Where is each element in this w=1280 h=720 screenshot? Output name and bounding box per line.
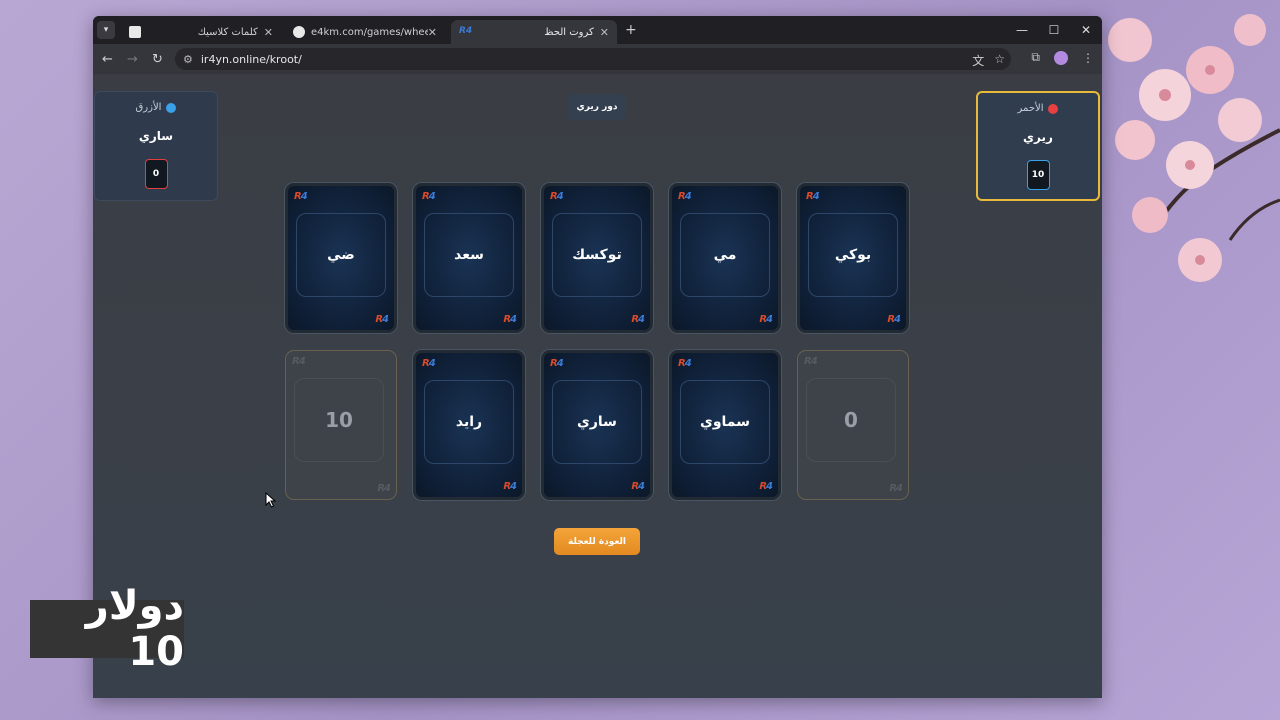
r4-logo-icon: R4	[889, 483, 903, 494]
tab-wheel-of-fate[interactable]: e4km.com/games/wheel-of-fate ✕	[285, 20, 445, 44]
team-dot-icon	[1048, 103, 1059, 114]
r4-logo-icon: R4	[503, 314, 517, 325]
back-arrow-icon[interactable]: ←	[95, 52, 120, 67]
url-text: ir4yn.online/kroot/	[200, 52, 302, 66]
card-label: توكسك	[552, 213, 642, 297]
team-dot-icon	[166, 102, 177, 113]
r4-logo-icon: R4	[375, 314, 389, 325]
tab-title: كلمات كلاسيك	[197, 26, 258, 38]
team-name: الأحمر	[1017, 103, 1044, 114]
forward-arrow-icon[interactable]: →	[120, 52, 145, 67]
browser-window: ▾ كلمات كلاسيك ✕ e4km.com/games/wheel-of…	[93, 16, 1102, 698]
card-label: سماوي	[680, 380, 770, 464]
card-value: 0	[806, 378, 896, 462]
r4-logo-icon: R4	[631, 481, 645, 492]
team-panel-red: الأحمر ريري 10	[976, 91, 1100, 201]
extensions-icon[interactable]: ⧉	[1031, 50, 1040, 65]
blossom-decoration	[1108, 14, 1280, 282]
r4-logo-icon: R4	[422, 358, 436, 369]
team-score: 0	[144, 159, 168, 189]
card-7[interactable]: R4 رايد R4	[413, 350, 525, 500]
team-name: الأزرق	[135, 102, 162, 113]
r4-logo-icon: R4	[294, 191, 308, 202]
tab-title: كروت الحظ	[544, 26, 594, 38]
team-panel-blue: الأزرق ساري 0	[94, 91, 218, 201]
r4-logo-icon: R4	[422, 191, 436, 202]
r4-logo-icon: R4	[503, 481, 517, 492]
game-page: الأزرق ساري 0 دور ريري الأحمر ريري 10 R4…	[93, 74, 1102, 698]
reload-icon[interactable]: ↻	[145, 52, 170, 67]
turn-indicator: دور ريري	[568, 94, 626, 120]
card-1[interactable]: R4 ضي R4	[285, 183, 397, 333]
window-controls: — ☐ ✕	[1006, 16, 1102, 44]
r4-logo-icon: R4	[678, 191, 692, 202]
back-to-wheel-button[interactable]: العودة للعجلة	[554, 528, 640, 555]
card-2[interactable]: R4 سعد R4	[413, 183, 525, 333]
menu-kebab-icon[interactable]: ⋮	[1082, 51, 1094, 65]
address-bar[interactable]: ⚙ ir4yn.online/kroot/ 文 ☆	[175, 48, 1011, 70]
translate-icon[interactable]: 文	[972, 52, 984, 69]
r4-logo-icon: R4	[459, 26, 473, 36]
tab-classic-words[interactable]: كلمات كلاسيك ✕	[121, 20, 281, 44]
r4-logo-icon: R4	[806, 191, 820, 202]
bookmark-star-icon[interactable]: ☆	[994, 52, 1005, 69]
profile-avatar[interactable]	[1054, 50, 1068, 65]
card-8[interactable]: R4 ساري R4	[541, 350, 653, 500]
card-9[interactable]: R4 سماوي R4	[669, 350, 781, 500]
tab-favicon-icon	[293, 26, 305, 38]
team-score: 10	[1026, 160, 1050, 190]
card-3[interactable]: R4 توكسك R4	[541, 183, 653, 333]
r4-logo-icon: R4	[631, 314, 645, 325]
r4-logo-icon: R4	[804, 356, 818, 367]
r4-logo-icon: R4	[759, 481, 773, 492]
tab-search-button[interactable]: ▾	[97, 21, 115, 39]
r4-logo-icon: R4	[550, 358, 564, 369]
browser-toolbar: ← → ↻ ⚙ ir4yn.online/kroot/ 文 ☆ ⧉ ⋮	[93, 44, 1102, 74]
card-label: ساري	[552, 380, 642, 464]
tab-strip: ▾ كلمات كلاسيك ✕ e4km.com/games/wheel-of…	[93, 16, 1102, 44]
card-5[interactable]: R4 بوكي R4	[797, 183, 909, 333]
card-label: رايد	[424, 380, 514, 464]
r4-logo-icon: R4	[292, 356, 306, 367]
r4-logo-icon: R4	[759, 314, 773, 325]
close-window-icon[interactable]: ✕	[1070, 16, 1102, 44]
site-settings-icon[interactable]: ⚙	[183, 53, 193, 66]
card-label: ضي	[296, 213, 386, 297]
r4-logo-icon: R4	[377, 483, 391, 494]
r4-logo-icon: R4	[678, 358, 692, 369]
card-value: 10	[294, 378, 384, 462]
card-4[interactable]: R4 مي R4	[669, 183, 781, 333]
maximize-icon[interactable]: ☐	[1038, 16, 1070, 44]
card-10-revealed: R4 0 R4	[797, 350, 909, 500]
tab-close-icon[interactable]: ✕	[264, 26, 273, 39]
card-label: بوكي	[808, 213, 898, 297]
mouse-cursor-icon	[265, 492, 277, 508]
r4-logo-icon: R4	[550, 191, 564, 202]
tab-favicon-icon	[129, 26, 141, 38]
card-label: سعد	[424, 213, 514, 297]
r4-logo-icon: R4	[887, 314, 901, 325]
tab-close-icon[interactable]: ✕	[600, 26, 609, 39]
new-tab-button[interactable]: +	[625, 22, 637, 38]
tab-luck-cards[interactable]: R4 كروت الحظ ✕	[451, 20, 617, 44]
card-6-revealed: R4 10 R4	[285, 350, 397, 500]
card-label: مي	[680, 213, 770, 297]
tab-title: e4km.com/games/wheel-of-fate	[311, 26, 428, 38]
tab-close-icon[interactable]: ✕	[428, 26, 437, 39]
team-player-name: ريري	[1023, 130, 1053, 144]
video-caption: دولار 10	[30, 583, 184, 675]
minimize-icon[interactable]: —	[1006, 16, 1038, 44]
team-player-name: ساري	[138, 129, 174, 143]
